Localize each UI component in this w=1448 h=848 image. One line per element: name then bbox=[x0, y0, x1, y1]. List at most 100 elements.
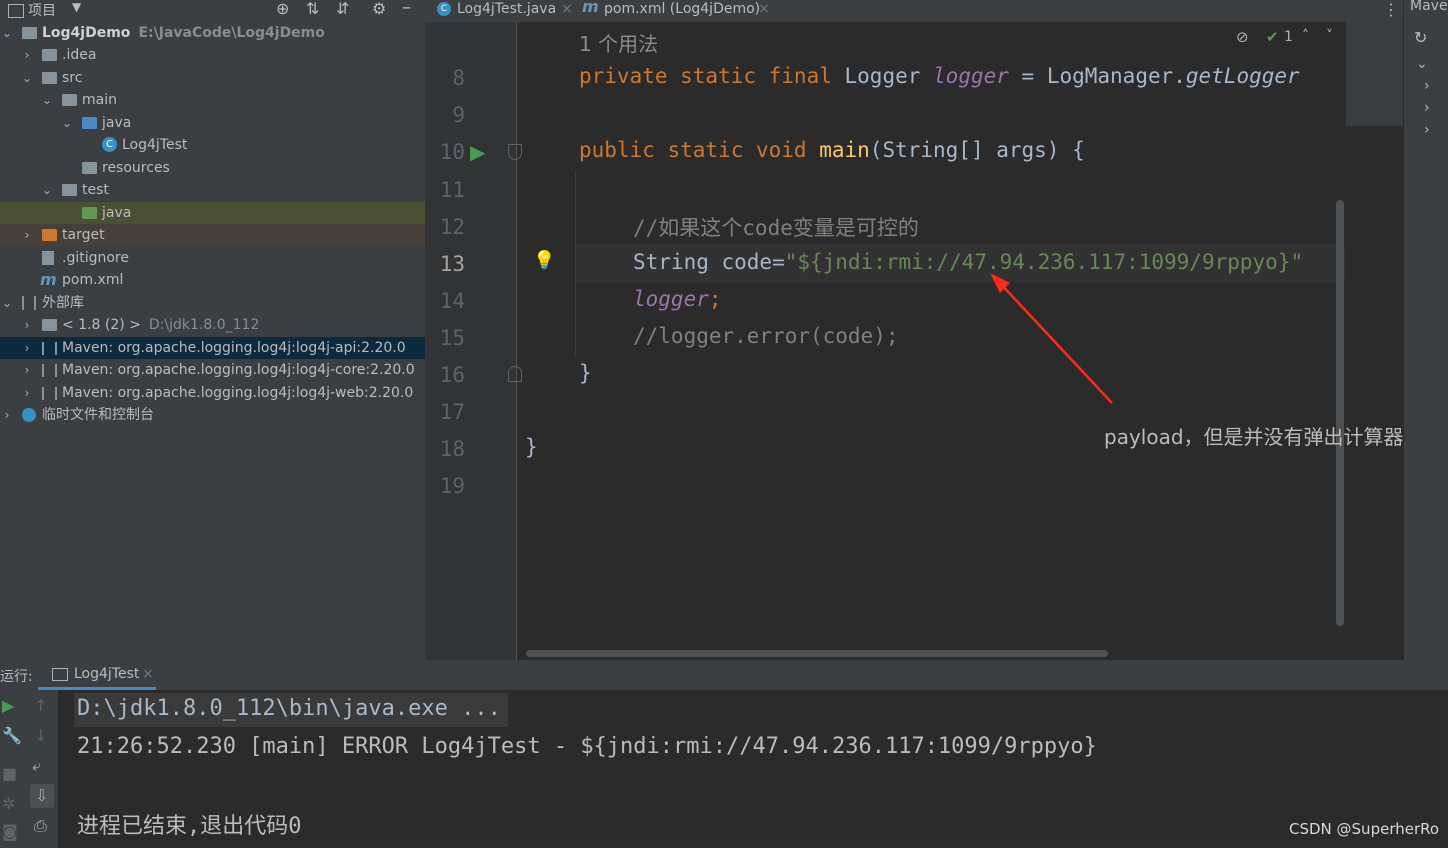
console-line: 进程已结束,退出代码0 bbox=[77, 814, 302, 839]
horizontal-scrollbar[interactable] bbox=[526, 650, 1108, 657]
tree-item-label: src bbox=[62, 70, 83, 86]
line-number: 18 bbox=[439, 437, 465, 461]
chevron-down-icon[interactable]: ⌄ bbox=[0, 22, 14, 44]
line-number: 12 bbox=[439, 215, 465, 239]
arrow-down-icon[interactable]: ↓ bbox=[34, 726, 47, 745]
tab-pom-xml[interactable]: m pom.xml (Log4jDemo) × bbox=[580, 0, 770, 22]
chevron-right-icon[interactable]: › bbox=[20, 224, 34, 246]
folder-icon bbox=[42, 49, 57, 61]
maven-label[interactable]: Maven bbox=[1410, 0, 1448, 14]
run-tab-label: Log4jTest bbox=[74, 666, 140, 682]
tree-item-root[interactable]: ⌄ Log4jDemo E:\JavaCode\Log4jDemo bbox=[0, 22, 425, 44]
chevron-down-icon[interactable]: ⌄ bbox=[40, 89, 54, 111]
tree-item-label: main bbox=[82, 92, 117, 108]
chevron-up-icon[interactable]: ˄ bbox=[1302, 28, 1309, 44]
folder-icon bbox=[62, 184, 77, 196]
chevron-down-icon[interactable]: ˅ bbox=[1326, 28, 1333, 44]
tree-item-jdk[interactable]: › < 1.8 (2) > D:\jdk1.8.0_112 bbox=[0, 314, 425, 336]
chevron-right-icon[interactable]: › bbox=[20, 337, 34, 359]
tree-item-label: .gitignore bbox=[62, 250, 129, 266]
tree-item-test-java[interactable]: java bbox=[0, 202, 425, 224]
project-title[interactable]: 项目 bbox=[28, 0, 56, 20]
chevron-right-icon[interactable]: › bbox=[20, 382, 34, 404]
wrench-icon[interactable]: 🔧 bbox=[2, 726, 22, 745]
line-number: 14 bbox=[439, 289, 465, 313]
run-icon[interactable]: ▶ bbox=[470, 140, 485, 164]
check-icon[interactable]: ✔ bbox=[1266, 28, 1279, 46]
tree-item-label: java bbox=[102, 205, 132, 221]
line-number: 10 bbox=[439, 140, 465, 164]
vertical-scrollbar[interactable] bbox=[1336, 200, 1344, 626]
more-tabs-icon[interactable]: ⋮ bbox=[1383, 0, 1399, 19]
tree-item-log4j-api[interactable]: › Maven: org.apache.logging.log4j:log4j-… bbox=[0, 337, 425, 359]
chevron-down-icon[interactable]: ⌄ bbox=[0, 292, 14, 314]
lightbulb-icon[interactable]: 💡 bbox=[533, 250, 555, 271]
tree-item-label: target bbox=[62, 227, 105, 243]
excluded-folder-icon bbox=[42, 229, 57, 241]
chevron-right-icon[interactable]: › bbox=[1424, 78, 1430, 94]
tree-item-target[interactable]: › target bbox=[0, 224, 425, 246]
hide-inspections-icon[interactable]: ⊘ bbox=[1236, 28, 1249, 46]
chevron-down-icon[interactable]: ⌄ bbox=[1416, 56, 1428, 72]
close-icon[interactable]: × bbox=[142, 666, 154, 682]
code-editor[interactable] bbox=[425, 22, 1403, 660]
chevron-down-icon[interactable]: ⌄ bbox=[40, 179, 54, 201]
stop-icon[interactable]: ■ bbox=[2, 764, 17, 783]
console-line: D:\jdk1.8.0_112\bin\java.exe ... bbox=[77, 696, 501, 721]
camera-icon[interactable]: ◙ bbox=[2, 822, 18, 841]
expand-all-icon[interactable]: ⇅ bbox=[306, 0, 319, 18]
minimize-icon[interactable]: – bbox=[402, 0, 411, 18]
gutter-divider bbox=[516, 22, 517, 660]
tree-item-src[interactable]: ⌄ src bbox=[0, 67, 425, 89]
close-icon[interactable]: × bbox=[758, 0, 770, 18]
project-header: 项目 ▼ ⊕ ⇅ ⇵ ⚙ – bbox=[0, 0, 425, 22]
chevron-right-icon[interactable]: › bbox=[20, 359, 34, 381]
tree-item-main[interactable]: ⌄ main bbox=[0, 89, 425, 111]
run-tab[interactable]: Log4jTest × bbox=[38, 660, 156, 690]
fold-icon[interactable] bbox=[508, 144, 522, 160]
class-icon: C bbox=[437, 2, 451, 16]
module-folder-icon bbox=[22, 27, 37, 39]
tree-item-idea[interactable]: › .idea bbox=[0, 44, 425, 66]
refresh-icon[interactable]: ↻ bbox=[1414, 28, 1427, 47]
tree-item-scratches[interactable]: › 临时文件和控制台 bbox=[0, 404, 425, 426]
close-icon[interactable]: × bbox=[561, 0, 573, 18]
console-icon bbox=[52, 668, 68, 681]
run-label: 运行: bbox=[0, 669, 33, 685]
tree-item-main-java[interactable]: ⌄ java bbox=[0, 112, 425, 134]
fold-icon[interactable] bbox=[508, 366, 522, 382]
tree-item-gitignore[interactable]: .gitignore bbox=[0, 247, 425, 269]
tree-item-external-libraries[interactable]: ⌄ 外部库 bbox=[0, 292, 425, 314]
inspection-count: 1 bbox=[1284, 29, 1293, 45]
tree-item-pom[interactable]: m pom.xml bbox=[0, 269, 425, 291]
minimap[interactable] bbox=[1346, 22, 1403, 126]
gear-icon[interactable]: ⚙ bbox=[372, 0, 386, 18]
arrow-up-icon[interactable]: ↑ bbox=[34, 696, 47, 715]
collapse-all-icon[interactable]: ⇵ bbox=[336, 0, 349, 18]
tree-item-test[interactable]: ⌄ test bbox=[0, 179, 425, 201]
tree-item-log4j-web[interactable]: › Maven: org.apache.logging.log4j:log4j-… bbox=[0, 382, 425, 404]
chevron-right-icon[interactable]: › bbox=[20, 314, 34, 336]
chevron-right-icon[interactable]: › bbox=[1424, 122, 1430, 138]
library-icon bbox=[42, 364, 57, 377]
line-number: 17 bbox=[439, 400, 465, 424]
maven-icon: m bbox=[40, 270, 57, 289]
locate-icon[interactable]: ⊕ bbox=[276, 0, 289, 18]
print-icon[interactable]: ⎙ bbox=[34, 816, 47, 836]
chevron-right-icon[interactable]: › bbox=[1424, 100, 1430, 116]
tree-item-resources[interactable]: resources bbox=[0, 157, 425, 179]
debug-icon[interactable]: ✲ bbox=[2, 794, 15, 813]
rerun-icon[interactable]: ▶ bbox=[2, 696, 14, 715]
usage-hint[interactable]: 1 个用法 bbox=[579, 28, 658, 57]
tree-item-log4jtest[interactable]: C Log4jTest bbox=[0, 134, 425, 156]
chevron-right-icon[interactable]: › bbox=[0, 404, 14, 426]
tree-item-log4j-core[interactable]: › Maven: org.apache.logging.log4j:log4j-… bbox=[0, 359, 425, 381]
chevron-down-icon[interactable]: ⌄ bbox=[60, 112, 74, 134]
soft-wrap-icon[interactable]: ⤶ bbox=[32, 756, 41, 776]
line-number: 9 bbox=[452, 103, 465, 127]
code-line-16: } bbox=[579, 361, 592, 385]
chevron-right-icon[interactable]: › bbox=[20, 44, 34, 66]
chevron-down-icon[interactable]: ▼ bbox=[72, 0, 81, 14]
jdk-icon bbox=[42, 319, 57, 331]
chevron-down-icon[interactable]: ⌄ bbox=[20, 67, 34, 89]
